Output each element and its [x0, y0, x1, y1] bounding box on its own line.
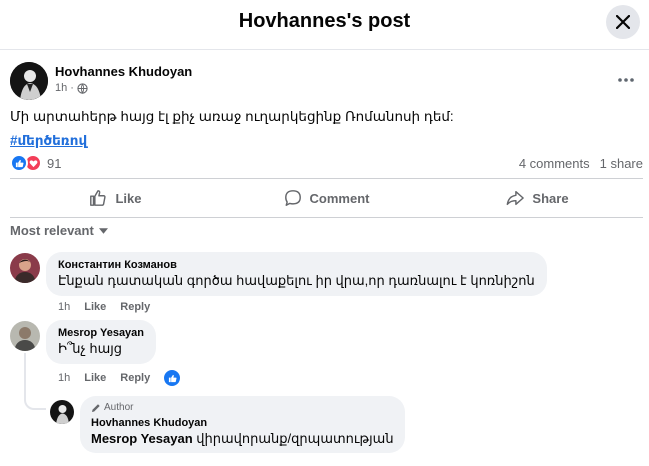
author-badge: Author — [91, 402, 394, 413]
commenter-avatar[interactable] — [10, 253, 40, 283]
comment-bubble-icon — [284, 190, 301, 206]
shares-count[interactable]: 1 share — [600, 156, 643, 171]
meta-separator: · — [70, 82, 74, 94]
thread-connector — [24, 392, 46, 410]
close-button[interactable] — [606, 5, 640, 39]
commenter-avatar[interactable] — [10, 321, 40, 351]
thread-connector — [24, 353, 26, 395]
share-arrow-icon — [507, 190, 525, 206]
comment-bubble: Константин Козманов Էնքան դատական գործա … — [46, 252, 547, 296]
comment-button[interactable]: Comment — [221, 179, 432, 217]
reply-author-avatar[interactable] — [50, 400, 74, 424]
post-options-button[interactable] — [612, 70, 640, 90]
reply-text: Mesrop Yesayan վիրավորանք/զրպատության — [91, 431, 394, 447]
pencil-icon — [92, 403, 100, 412]
author-avatar[interactable] — [10, 62, 48, 100]
thumbs-up-icon — [90, 190, 107, 206]
like-reaction-icon — [10, 154, 28, 172]
post-hashtag-link[interactable]: #մերծեռով — [10, 133, 87, 149]
more-dots-icon — [618, 78, 634, 82]
like-label: Like — [115, 190, 142, 206]
reply-bubble: Author Hovhannes Khudoyan Mesrop Yesayan… — [80, 396, 405, 453]
post-action-bar: Like Comment Share — [10, 178, 643, 218]
share-button[interactable]: Share — [432, 179, 643, 217]
comment-text: Ի՞նչ հայց — [58, 341, 123, 356]
reply-author-name[interactable]: Hovhannes Khudoyan — [91, 417, 394, 429]
comment-like-button[interactable]: Like — [84, 372, 106, 384]
comment-label: Comment — [309, 190, 370, 206]
comment-bubble: Mesrop Yesayan Ի՞նչ հայց — [46, 320, 157, 364]
comment-text: Էնքան դատական գործա հավաքելու իր վրա,որ … — [58, 273, 535, 288]
reaction-count: 91 — [47, 155, 62, 171]
post-text: Մի արտահերթ հայց էլ քիչ առաջ ուղարկեցինք… — [10, 109, 454, 124]
comment-reply-button[interactable]: Reply — [120, 301, 150, 313]
comments-count[interactable]: 4 comments — [519, 156, 590, 171]
comment-author-name[interactable]: Константин Козманов — [58, 259, 535, 271]
like-button[interactable]: Like — [10, 179, 221, 217]
sort-label: Most relevant — [10, 223, 94, 238]
comment-actions: 1h Like Reply — [58, 370, 181, 386]
share-label: Share — [532, 190, 569, 206]
reply-mention-link[interactable]: Mesrop Yesayan — [91, 431, 193, 446]
dialog-title: Hovhannes's post — [238, 10, 411, 32]
comment-author-name[interactable]: Mesrop Yesayan — [58, 327, 144, 339]
dialog-header: Hovhannes's post — [0, 0, 649, 50]
post-meta: 1h · — [55, 82, 88, 94]
comment-like-button[interactable]: Like — [84, 301, 106, 313]
comment-actions: 1h Like Reply — [58, 301, 150, 313]
comment-like-badge-icon[interactable] — [164, 370, 181, 386]
post-stats: 4 comments 1 share — [519, 156, 643, 171]
caret-down-icon — [98, 227, 108, 234]
post-author-name[interactable]: Hovhannes Khudoyan — [55, 64, 192, 79]
comment-time[interactable]: 1h — [58, 301, 70, 313]
comment-reply-button[interactable]: Reply — [120, 372, 150, 384]
reactions-summary[interactable]: 91 — [10, 154, 61, 172]
reply-body: վիրավորանք/զրպատության — [196, 431, 394, 446]
author-badge-label: Author — [104, 402, 134, 413]
comment-sort-dropdown[interactable]: Most relevant — [10, 223, 108, 238]
globe-icon — [77, 82, 88, 94]
close-icon — [616, 15, 630, 29]
post-time[interactable]: 1h — [55, 82, 67, 94]
comment-time[interactable]: 1h — [58, 372, 70, 384]
